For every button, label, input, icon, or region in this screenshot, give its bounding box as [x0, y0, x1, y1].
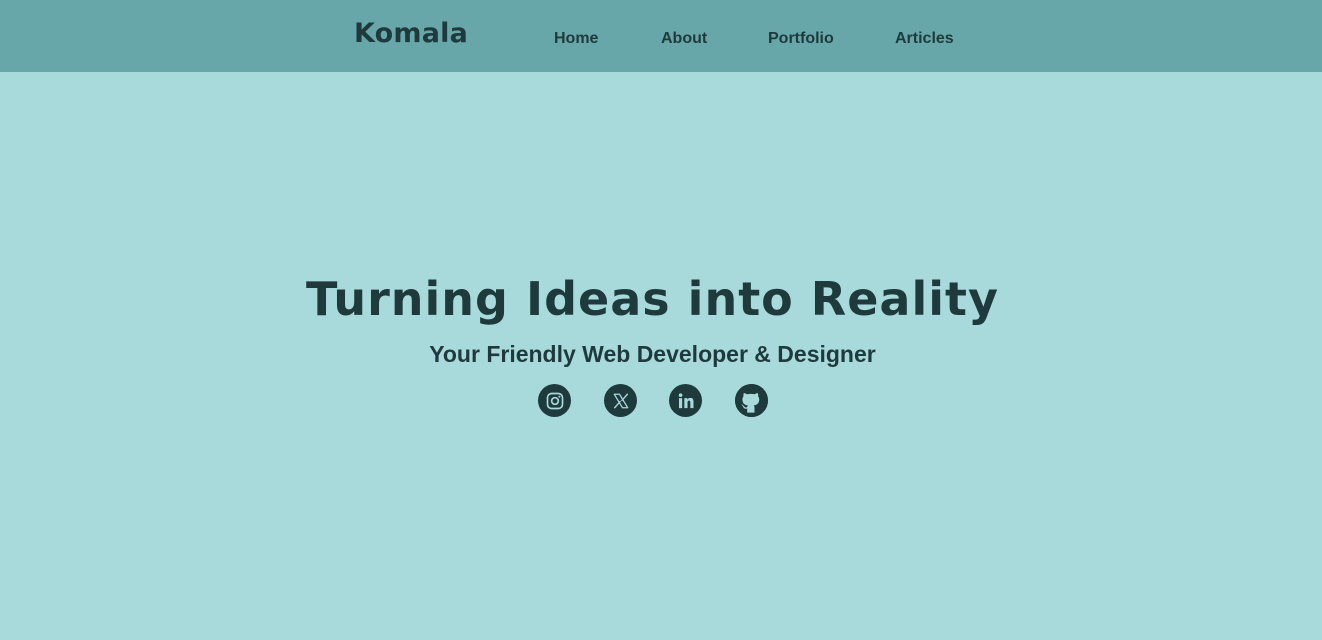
- github-icon: [735, 384, 768, 417]
- instagram-link[interactable]: [538, 384, 571, 417]
- nav-link-articles[interactable]: Articles: [895, 30, 954, 48]
- hero-headline: Turning Ideas into Reality: [306, 272, 999, 326]
- brand-logo[interactable]: Komala: [354, 18, 468, 49]
- hero-section: Turning Ideas into Reality Your Friendly…: [0, 72, 1322, 640]
- nav-link-about[interactable]: About: [661, 30, 707, 48]
- nav-link-home[interactable]: Home: [554, 30, 598, 48]
- navbar: Komala Home About Portfolio Articles: [0, 0, 1322, 72]
- hero-subheadline: Your Friendly Web Developer & Designer: [429, 341, 876, 367]
- nav-link-portfolio[interactable]: Portfolio: [768, 30, 834, 48]
- x-twitter-link[interactable]: [604, 384, 637, 417]
- instagram-icon: [546, 392, 563, 409]
- github-link[interactable]: [735, 384, 768, 417]
- linkedin-link[interactable]: [669, 384, 702, 417]
- linkedin-icon: [678, 392, 693, 408]
- x-icon: [613, 393, 628, 408]
